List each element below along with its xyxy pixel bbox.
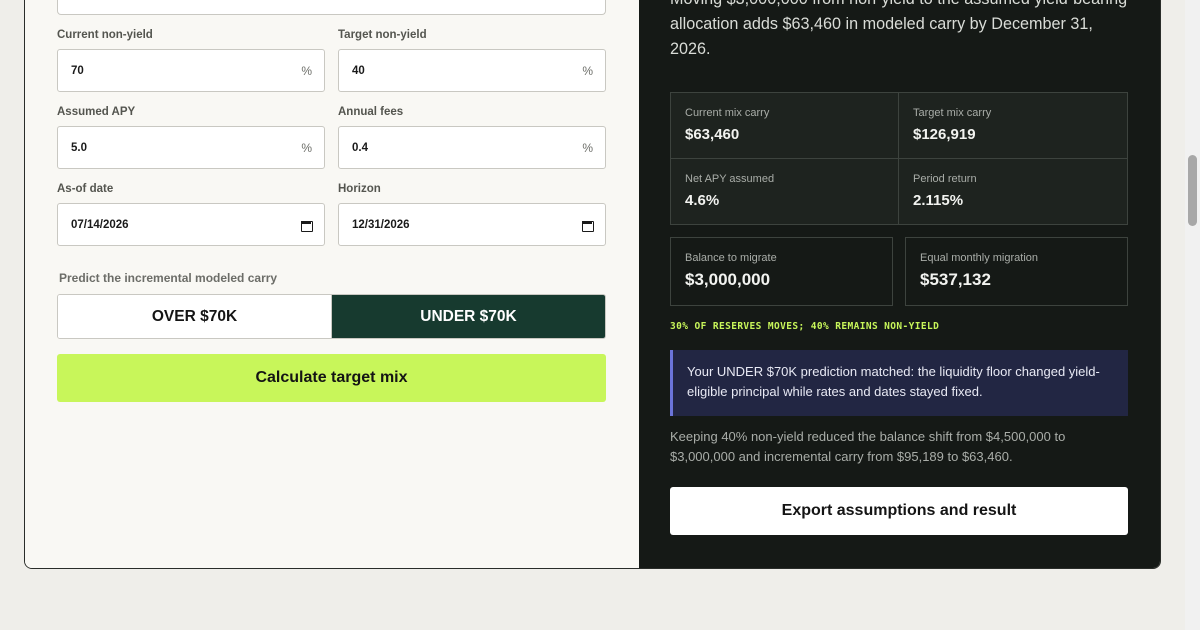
annual-fees-label: Annual fees [338, 106, 404, 118]
calendar-icon[interactable] [300, 219, 313, 232]
percent-unit: % [582, 140, 593, 155]
metric-net-apy: Net APY assumed 4.6% [671, 158, 899, 224]
target-nonyield-value: 40 [352, 64, 365, 77]
scrollbar-thumb[interactable] [1188, 155, 1197, 226]
input-panel: Current non-yield 70 % Target non-yield … [25, 0, 639, 568]
metrics-grid: Current mix carry $63,460 Target mix car… [670, 92, 1128, 225]
calendar-icon[interactable] [581, 219, 594, 232]
prediction-callout: Your UNDER $70K prediction matched: the … [670, 350, 1128, 416]
metric-value: $63,460 [685, 126, 740, 143]
target-nonyield-input[interactable]: 40 % [338, 49, 606, 92]
monthly-migration-box: Equal monthly migration $537,132 [905, 237, 1128, 306]
metric-label: Period return [913, 172, 977, 185]
page-scrollbar[interactable] [1185, 0, 1200, 630]
assumed-apy-label: Assumed APY [57, 106, 136, 118]
result-panel: Moving $3,000,000 from non-yield to the … [639, 0, 1160, 568]
annual-fees-field: Annual fees 0.4 % [338, 105, 606, 169]
horizon-label: Horizon [338, 183, 381, 195]
metric-value: 2.115% [913, 191, 964, 209]
metric-target-mix-carry: Target mix carry $126,919 [899, 93, 1127, 159]
as-of-date-value: 07/14/2026 [71, 218, 129, 231]
as-of-date-input[interactable]: 07/14/2026 [57, 203, 325, 246]
metric-value: $126,919 [913, 126, 976, 143]
reserve-note: 30% OF RESERVES MOVES; 40% REMAINS NON-Y… [670, 321, 940, 332]
result-explanation: Keeping 40% non-yield reduced the balanc… [670, 429, 1066, 464]
under-70k-button[interactable]: UNDER $70K [332, 295, 605, 338]
metric-label: Current mix carry [685, 107, 770, 119]
horizon-field: Horizon 12/31/2026 [338, 182, 606, 246]
annual-fees-value: 0.4 [352, 141, 368, 154]
horizon-value: 12/31/2026 [352, 218, 410, 231]
horizon-input[interactable]: 12/31/2026 [338, 203, 606, 246]
current-nonyield-field: Current non-yield 70 % [57, 28, 325, 92]
target-nonyield-label: Target non-yield [338, 29, 427, 41]
monthly-migration-value: $537,132 [920, 270, 991, 289]
metric-value: 4.6% [685, 191, 720, 209]
export-button[interactable]: Export assumptions and result [670, 487, 1128, 535]
previous-input-field[interactable] [57, 0, 606, 15]
over-70k-button[interactable]: OVER $70K [58, 295, 332, 338]
metric-period-return: Period return 2.115% [899, 158, 1127, 224]
result-summary: Moving $3,000,000 from non-yield to the … [670, 0, 1127, 58]
calculator-card: Current non-yield 70 % Target non-yield … [24, 0, 1161, 569]
annual-fees-input[interactable]: 0.4 % [338, 126, 606, 169]
current-nonyield-input[interactable]: 70 % [57, 49, 325, 92]
monthly-migration-label: Equal monthly migration [920, 252, 1039, 264]
balance-to-migrate-box: Balance to migrate $3,000,000 [670, 237, 893, 306]
metric-label: Net APY assumed [685, 172, 775, 185]
assumed-apy-field: Assumed APY 5.0 % [57, 105, 325, 169]
target-nonyield-field: Target non-yield 40 % [338, 28, 606, 92]
as-of-date-field: As-of date 07/14/2026 [57, 182, 325, 246]
prediction-toggle: OVER $70K UNDER $70K [57, 294, 606, 339]
balance-to-migrate-value: $3,000,000 [685, 270, 771, 289]
current-nonyield-label: Current non-yield [57, 29, 153, 41]
assumed-apy-value: 5.0 [71, 141, 87, 154]
prediction-label: Predict the incremental modeled carry [59, 271, 278, 285]
as-of-date-label: As-of date [57, 183, 114, 195]
balance-to-migrate-label: Balance to migrate [685, 252, 777, 264]
metric-label: Target mix carry [913, 107, 992, 119]
metric-current-mix-carry: Current mix carry $63,460 [671, 93, 899, 159]
percent-unit: % [301, 63, 312, 78]
current-nonyield-value: 70 [71, 64, 84, 77]
percent-unit: % [301, 140, 312, 155]
assumed-apy-input[interactable]: 5.0 % [57, 126, 325, 169]
percent-unit: % [582, 63, 593, 78]
calculate-target-mix-button[interactable]: Calculate target mix [57, 354, 606, 402]
